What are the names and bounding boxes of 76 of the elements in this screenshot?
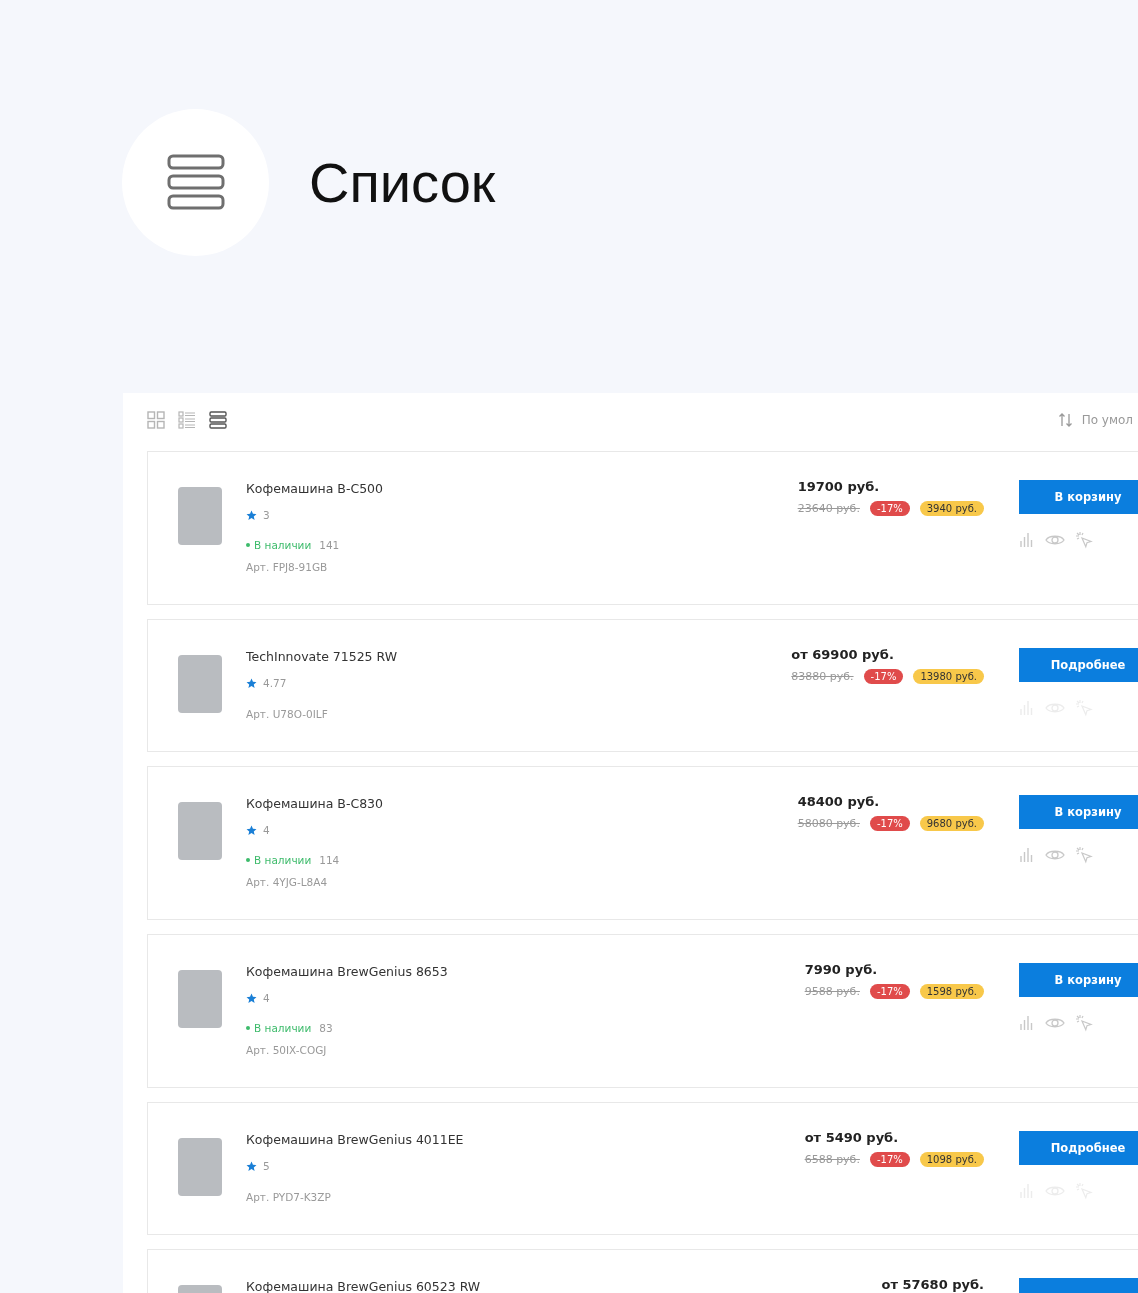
rating-value: 3 bbox=[263, 508, 270, 523]
list-icon bbox=[165, 152, 226, 212]
stock-count: 141 bbox=[319, 538, 340, 553]
article-number: Арт. 50IX-COGJ bbox=[246, 1043, 328, 1058]
rating-value: 4.77 bbox=[263, 676, 287, 691]
stock-count: 114 bbox=[319, 853, 340, 868]
article-number: Арт. U78O-0ILF bbox=[246, 707, 329, 722]
photo-placeholder bbox=[178, 487, 222, 545]
stock-status: В наличии bbox=[254, 1021, 312, 1036]
saving-badge: 3940 руб. bbox=[919, 501, 984, 516]
old-price: 6588 руб. bbox=[804, 1153, 860, 1166]
status-dot bbox=[246, 858, 250, 862]
saving-badge: 13980 руб. bbox=[913, 669, 984, 684]
article-number: Арт. FPJ8-91GB bbox=[246, 560, 329, 575]
compare-icon[interactable] bbox=[1019, 847, 1035, 863]
status-dot bbox=[246, 543, 250, 547]
article-number: Арт. 4YJG-L8A4 bbox=[246, 875, 329, 890]
rating-value: 4 bbox=[263, 823, 270, 838]
eye-icon[interactable] bbox=[1045, 848, 1065, 862]
star-icon bbox=[246, 824, 257, 836]
action-button[interactable]: В корзину bbox=[1019, 963, 1138, 997]
price: от 5490 руб. bbox=[804, 1130, 900, 1146]
photo-placeholder bbox=[178, 970, 222, 1028]
price: 48400 руб. bbox=[797, 794, 881, 810]
saving-badge: 9680 руб. bbox=[919, 816, 984, 831]
action-button[interactable]: В корзину bbox=[1019, 480, 1138, 514]
photo-placeholder bbox=[178, 802, 222, 860]
price: 7990 руб. bbox=[804, 962, 879, 978]
old-price: 9588 руб. bbox=[804, 985, 860, 998]
eye-icon[interactable] bbox=[1045, 1016, 1065, 1030]
compare-icon[interactable] bbox=[1019, 532, 1035, 548]
photo-placeholder bbox=[178, 1138, 222, 1196]
sort-icon[interactable] bbox=[1057, 412, 1074, 428]
price: от 57680 руб. bbox=[881, 1277, 984, 1293]
old-price: 58080 руб. bbox=[797, 817, 860, 830]
price: 19700 руб. bbox=[797, 479, 881, 495]
price: от 69900 руб. bbox=[791, 647, 895, 663]
product-name-link[interactable]: Кофемашина B-C830 bbox=[246, 796, 798, 812]
status-dot bbox=[246, 1026, 250, 1030]
product-name-link[interactable]: Кофемашина B-C500 bbox=[246, 481, 798, 497]
saving-badge: 1598 руб. bbox=[919, 984, 984, 999]
discount-badge: -17% bbox=[863, 669, 904, 684]
detailed-list-icon[interactable] bbox=[178, 411, 196, 429]
compare-icon[interactable] bbox=[1019, 1015, 1035, 1031]
eye-icon[interactable] bbox=[1045, 533, 1065, 547]
action-button[interactable]: Подробнее bbox=[1019, 648, 1138, 682]
saving-badge: 1098 руб. bbox=[919, 1152, 984, 1167]
action-button[interactable]: Подробнее bbox=[1019, 1131, 1138, 1165]
product-name-link[interactable]: TechInnovate 71525 RW bbox=[246, 649, 792, 665]
star-icon bbox=[246, 1160, 257, 1172]
page-title: Список bbox=[309, 149, 496, 215]
product-name-link[interactable]: Кофемашина BrewGenius 4011EE bbox=[246, 1132, 805, 1148]
stock-count: 83 bbox=[319, 1021, 333, 1036]
star-icon bbox=[246, 992, 257, 1004]
star-icon bbox=[246, 509, 257, 521]
discount-badge: -17% bbox=[869, 984, 910, 999]
product-name-link[interactable]: Кофемашина BrewGenius 60523 RW bbox=[246, 1279, 882, 1293]
old-price: 83880 руб. bbox=[791, 670, 854, 683]
discount-badge: -17% bbox=[869, 501, 910, 516]
click-icon[interactable] bbox=[1075, 531, 1093, 549]
rating-value: 4 bbox=[263, 991, 270, 1006]
click-icon[interactable] bbox=[1075, 1014, 1093, 1032]
click-icon[interactable] bbox=[1075, 846, 1093, 864]
discount-badge: -17% bbox=[869, 1152, 910, 1167]
action-button[interactable]: В корзину bbox=[1019, 795, 1138, 829]
old-price: 23640 руб. bbox=[797, 502, 860, 515]
article-number: Арт. PYD7-K3ZP bbox=[246, 1190, 332, 1205]
product-name-link[interactable]: Кофемашина BrewGenius 8653 bbox=[246, 964, 805, 980]
discount-badge: -17% bbox=[869, 816, 910, 831]
stock-status: В наличии bbox=[254, 853, 312, 868]
star-icon bbox=[246, 677, 257, 689]
photo-placeholder bbox=[178, 655, 222, 713]
stock-status: В наличии bbox=[254, 538, 312, 553]
list-view-icon[interactable] bbox=[209, 411, 227, 429]
rating-value: 5 bbox=[263, 1159, 270, 1174]
grid-view-icon[interactable] bbox=[147, 411, 165, 429]
